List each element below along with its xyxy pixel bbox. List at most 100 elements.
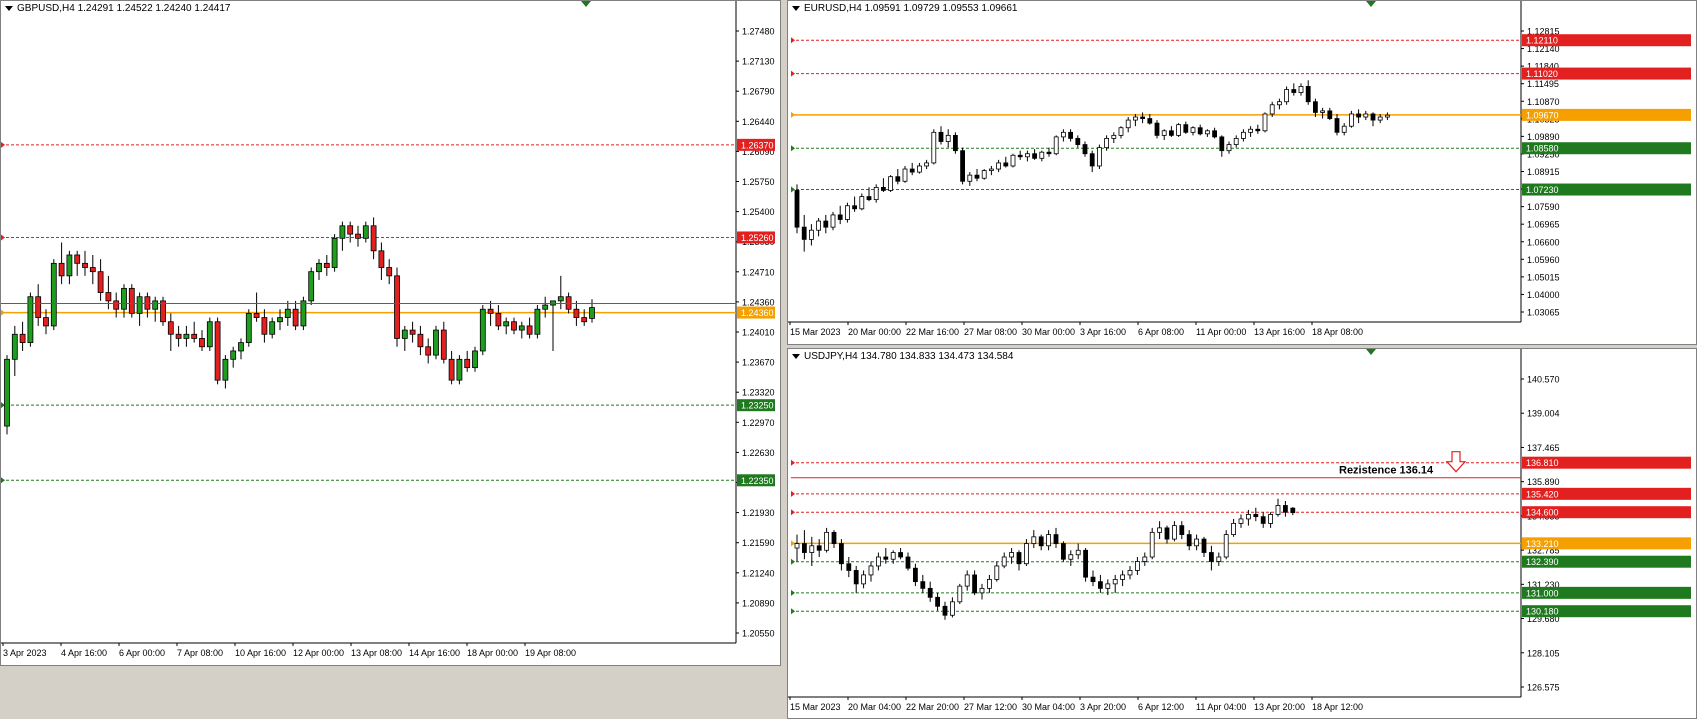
collapse-triangle-icon[interactable] (5, 5, 13, 11)
level-anchor-icon[interactable] (791, 70, 795, 77)
chart-title-text: GBPUSD,H4 1.24291 1.24522 1.24240 1.2441… (17, 3, 231, 14)
down-arrow-icon[interactable] (1445, 451, 1467, 473)
time-tick-label: 6 Apr 12:00 (1138, 702, 1184, 712)
candle-bull (1068, 554, 1074, 560)
chart-title: EURUSD,H4 1.09591 1.09729 1.09553 1.0966… (792, 3, 1018, 14)
level-price-label: 131.000 (1526, 588, 1559, 598)
candle-bull (988, 168, 994, 171)
candle-bull (136, 296, 143, 314)
candle-bull (1075, 549, 1081, 556)
price-tick-label: 1.05015 (1527, 272, 1560, 282)
candle-bull (1223, 534, 1229, 558)
chart-title: GBPUSD,H4 1.24291 1.24522 1.24240 1.2441… (5, 3, 231, 14)
candle-bear (938, 131, 944, 142)
candle-bear (1197, 127, 1203, 135)
candle-bear (837, 214, 843, 220)
time-tick-label: 20 Mar 00:00 (848, 327, 901, 337)
price-tick-label: 1.20550 (742, 629, 775, 639)
candle-bull (1248, 128, 1254, 133)
chart-shift-marker-icon[interactable] (1366, 349, 1376, 355)
price-tick-label: 1.21930 (742, 508, 775, 518)
level-anchor-icon[interactable] (1, 477, 5, 484)
level-anchor-icon[interactable] (791, 589, 795, 596)
chart-window-eurusd[interactable]: EURUSD,H4 1.09591 1.09729 1.09553 1.0966… (787, 0, 1697, 345)
candle-bull (1046, 534, 1052, 547)
level-anchor-icon[interactable] (791, 145, 795, 152)
candle-bear (1282, 505, 1288, 513)
candle-bull (981, 170, 987, 179)
level-anchor-icon[interactable] (791, 186, 795, 193)
candle-bull (362, 225, 369, 239)
price-chart-eurusd[interactable]: 1.128151.121401.118401.114951.108701.105… (788, 1, 1696, 344)
price-chart-usdjpy[interactable]: 140.570139.004137.465135.890134.335132.7… (788, 349, 1696, 718)
level-anchor-icon[interactable] (791, 37, 795, 44)
candle-bear (1291, 89, 1297, 93)
candle-bull (967, 174, 973, 182)
price-chart-gbpusd[interactable]: 1.274801.271301.267901.264401.260901.257… (1, 1, 780, 665)
level-price-label: 1.11020 (1526, 69, 1558, 79)
candle-bull (269, 321, 276, 335)
candle-bull (339, 225, 346, 239)
candle-bear (1097, 581, 1103, 589)
candle-bull (238, 342, 244, 352)
candle-bull (957, 585, 963, 603)
candle-bull (1127, 570, 1133, 576)
level-price-label: 133.210 (1526, 539, 1559, 549)
level-anchor-icon[interactable] (1, 234, 5, 241)
level-anchor-icon[interactable] (791, 558, 795, 565)
collapse-triangle-icon[interactable] (792, 5, 800, 11)
collapse-triangle-icon[interactable] (792, 353, 800, 359)
candle-bear (794, 190, 800, 228)
candle-bear (191, 333, 198, 339)
candle-bull (949, 601, 955, 616)
chart-window-usdjpy[interactable]: USDJPY,H4 134.780 134.833 134.473 134.58… (787, 348, 1697, 719)
level-anchor-icon[interactable] (1, 141, 5, 148)
level-anchor-icon[interactable] (791, 608, 795, 615)
candle-bear (898, 552, 903, 558)
candle-bull (816, 220, 822, 231)
candle-bull (1134, 561, 1140, 571)
level-anchor-icon[interactable] (1, 309, 5, 316)
candle-bear (19, 333, 26, 344)
candle-bull (300, 300, 307, 327)
chart-shift-marker-icon[interactable] (581, 1, 591, 7)
candle-bear (89, 267, 96, 273)
candle-bull (245, 312, 252, 344)
candle-bull (557, 296, 564, 302)
level-anchor-icon[interactable] (791, 490, 795, 497)
candle-bull (809, 545, 815, 553)
level-price-label: 1.23250 (741, 401, 774, 411)
time-tick-label: 6 Apr 00:00 (119, 648, 165, 658)
candle-bear (905, 556, 911, 569)
candle-bull (1341, 125, 1347, 133)
candle-bull (1240, 131, 1246, 139)
candle-bull (1096, 147, 1102, 167)
candle-bear (386, 267, 393, 277)
chart-shift-marker-icon[interactable] (1366, 1, 1376, 7)
candle-bull (1120, 574, 1126, 580)
price-tick-label: 1.04000 (1527, 290, 1560, 300)
level-anchor-icon[interactable] (791, 459, 795, 466)
time-tick-label: 14 Apr 16:00 (409, 648, 460, 658)
candle-bull (308, 271, 315, 302)
candle-bear (823, 220, 829, 228)
candle-bull (1125, 119, 1131, 129)
time-tick-label: 18 Apr 00:00 (467, 648, 518, 658)
candle-bear (960, 150, 966, 182)
candle-bear (839, 543, 844, 565)
candle-bull (331, 237, 338, 268)
level-anchor-icon[interactable] (791, 509, 795, 516)
candle-bear (409, 329, 416, 335)
level-anchor-icon[interactable] (791, 540, 795, 547)
level-anchor-icon[interactable] (791, 111, 795, 118)
candle-bull (1149, 531, 1155, 558)
candle-bear (1068, 131, 1074, 139)
chart-window-gbpusd[interactable]: GBPUSD,H4 1.24291 1.24522 1.24240 1.2441… (0, 0, 781, 666)
level-price-label: 1.25260 (741, 233, 774, 243)
candle-bear (565, 296, 572, 310)
candle-bull (1001, 556, 1007, 567)
price-tick-label: 1.25750 (742, 177, 775, 187)
candle-bear (913, 567, 918, 583)
time-tick-label: 4 Apr 16:00 (61, 648, 107, 658)
candle-bear (1334, 118, 1340, 133)
